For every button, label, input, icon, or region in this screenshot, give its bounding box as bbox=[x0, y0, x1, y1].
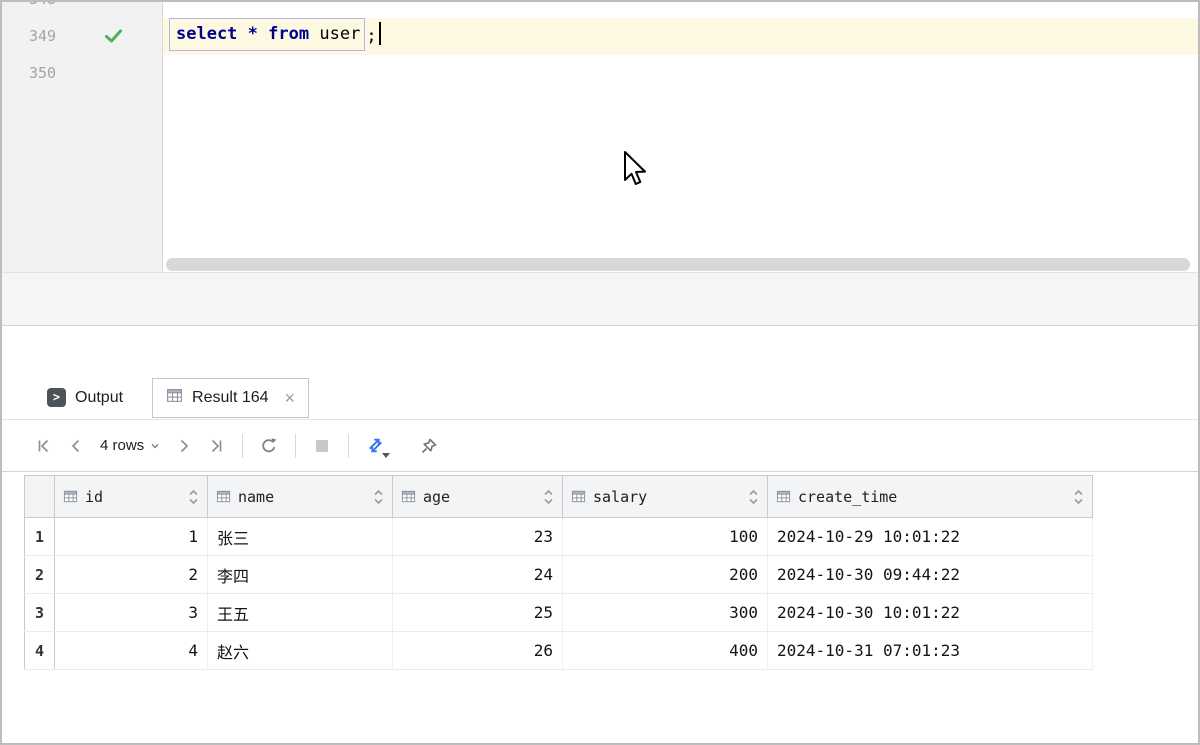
table-grid-icon bbox=[571, 489, 586, 504]
table-row: 3 3 王五 25 300 2024-10-30 10:01:22 bbox=[25, 594, 1093, 632]
table-row: 1 1 张三 23 100 2024-10-29 10:01:22 bbox=[25, 518, 1093, 556]
toolbar-separator bbox=[295, 434, 296, 458]
cell-name[interactable]: 赵六 bbox=[208, 632, 393, 670]
table-grid-icon bbox=[776, 489, 791, 504]
column-label: id bbox=[85, 488, 103, 506]
previous-page-button[interactable] bbox=[60, 432, 92, 460]
column-label: salary bbox=[593, 488, 647, 506]
table-grid-icon bbox=[216, 489, 231, 504]
row-number[interactable]: 2 bbox=[25, 556, 55, 594]
sort-icon bbox=[188, 488, 199, 506]
cell-id[interactable]: 2 bbox=[55, 556, 208, 594]
result-grid: id name bbox=[24, 475, 1198, 670]
tab-result-label: Result 164 bbox=[192, 389, 269, 407]
line-number: 349 bbox=[2, 18, 162, 55]
table-row: 4 4 赵六 26 400 2024-10-31 07:01:23 bbox=[25, 632, 1093, 670]
code-area[interactable]: select * from user; bbox=[163, 2, 1198, 272]
pin-tab-button[interactable] bbox=[413, 432, 445, 460]
cell-name[interactable]: 王五 bbox=[208, 594, 393, 632]
compare-data-button[interactable] bbox=[359, 432, 391, 460]
code-line[interactable] bbox=[163, 2, 1198, 18]
column-header-name[interactable]: name bbox=[208, 476, 393, 518]
gutter-line: 348 bbox=[2, 2, 162, 18]
sql-star: * bbox=[248, 24, 258, 44]
toolbar-separator bbox=[242, 434, 243, 458]
line-number: 350 bbox=[2, 55, 162, 92]
gutter-line: 350 bbox=[2, 55, 162, 92]
cell-id[interactable]: 3 bbox=[55, 594, 208, 632]
editor-gutter: 348 349 350 bbox=[2, 2, 163, 272]
code-line[interactable] bbox=[163, 55, 1198, 92]
table-grid-icon bbox=[401, 489, 416, 504]
cell-salary[interactable]: 200 bbox=[563, 556, 768, 594]
result-toolbar: 4 rows bbox=[2, 420, 1198, 472]
text-caret bbox=[379, 22, 381, 45]
sql-keyword: from bbox=[268, 24, 309, 44]
line-number: 348 bbox=[2, 2, 162, 18]
tab-output[interactable]: > Output bbox=[34, 378, 136, 418]
cell-age[interactable]: 25 bbox=[393, 594, 563, 632]
header-row: id name bbox=[25, 476, 1093, 518]
column-header-id[interactable]: id bbox=[55, 476, 208, 518]
sql-keyword: select bbox=[176, 24, 237, 44]
column-header-salary[interactable]: salary bbox=[563, 476, 768, 518]
cell-create-time[interactable]: 2024-10-31 07:01:23 bbox=[768, 632, 1093, 670]
sort-icon bbox=[1073, 488, 1084, 506]
cell-id[interactable]: 4 bbox=[55, 632, 208, 670]
statement-executed-check-icon[interactable] bbox=[104, 28, 123, 49]
table-icon bbox=[166, 387, 183, 409]
sql-table-identifier: user bbox=[319, 24, 360, 44]
next-page-button[interactable] bbox=[168, 432, 200, 460]
row-number[interactable]: 3 bbox=[25, 594, 55, 632]
column-label: age bbox=[423, 488, 450, 506]
ide-window: 348 349 350 select * from user; bbox=[0, 0, 1200, 745]
column-header-age[interactable]: age bbox=[393, 476, 563, 518]
cell-create-time[interactable]: 2024-10-29 10:01:22 bbox=[768, 518, 1093, 556]
results-tool-window: > Output Result 164 × 4 rows bbox=[2, 326, 1198, 743]
reload-button[interactable] bbox=[253, 432, 285, 460]
cell-salary[interactable]: 400 bbox=[563, 632, 768, 670]
cell-name[interactable]: 李四 bbox=[208, 556, 393, 594]
current-code-line[interactable]: select * from user; bbox=[163, 18, 1198, 55]
row-number[interactable]: 1 bbox=[25, 518, 55, 556]
cell-create-time[interactable]: 2024-10-30 10:01:22 bbox=[768, 594, 1093, 632]
last-page-button[interactable] bbox=[200, 432, 232, 460]
column-label: create_time bbox=[798, 488, 897, 506]
cell-name[interactable]: 张三 bbox=[208, 518, 393, 556]
gutter-line: 349 bbox=[2, 18, 162, 55]
close-tab-icon[interactable]: × bbox=[285, 391, 296, 405]
cell-salary[interactable]: 300 bbox=[563, 594, 768, 632]
column-label: name bbox=[238, 488, 274, 506]
result-tabs-row: > Output Result 164 × bbox=[2, 376, 1198, 420]
cell-create-time[interactable]: 2024-10-30 09:44:22 bbox=[768, 556, 1093, 594]
horizontal-scrollbar[interactable] bbox=[166, 258, 1190, 271]
sql-editor: 348 349 350 select * from user; bbox=[2, 2, 1198, 272]
sort-icon bbox=[543, 488, 554, 506]
column-header-create-time[interactable]: create_time bbox=[768, 476, 1093, 518]
sql-semicolon: ; bbox=[366, 26, 376, 46]
cell-age[interactable]: 23 bbox=[393, 518, 563, 556]
toolbar-separator bbox=[348, 434, 349, 458]
page-size-selector[interactable]: 4 rows bbox=[92, 432, 168, 460]
cell-salary[interactable]: 100 bbox=[563, 518, 768, 556]
chevron-down-icon bbox=[382, 453, 390, 458]
first-page-button[interactable] bbox=[28, 432, 60, 460]
cell-age[interactable]: 26 bbox=[393, 632, 563, 670]
cell-id[interactable]: 1 bbox=[55, 518, 208, 556]
tab-result-164[interactable]: Result 164 × bbox=[152, 378, 309, 418]
rows-count-label: 4 rows bbox=[100, 437, 144, 454]
table-row: 2 2 李四 24 200 2024-10-30 09:44:22 bbox=[25, 556, 1093, 594]
console-icon: > bbox=[47, 388, 66, 407]
corner-cell bbox=[25, 476, 55, 518]
editor-bottom-band bbox=[2, 272, 1198, 326]
tab-output-label: Output bbox=[75, 389, 123, 407]
sort-icon bbox=[373, 488, 384, 506]
sort-icon bbox=[748, 488, 759, 506]
stop-button[interactable] bbox=[306, 432, 338, 460]
table-grid-icon bbox=[63, 489, 78, 504]
statement-highlight-box: select * from user bbox=[169, 18, 365, 51]
chevron-down-icon bbox=[150, 442, 160, 450]
row-number[interactable]: 4 bbox=[25, 632, 55, 670]
cell-age[interactable]: 24 bbox=[393, 556, 563, 594]
